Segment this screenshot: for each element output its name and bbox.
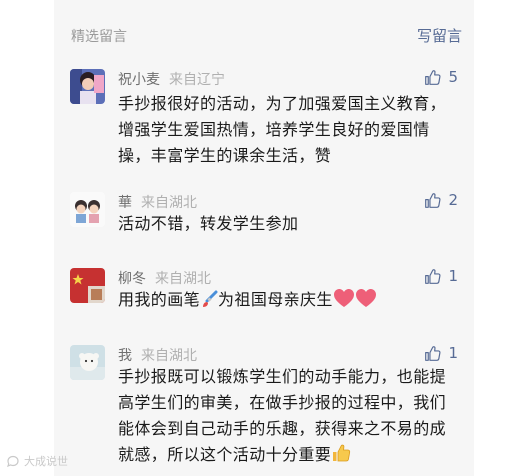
- like-count: 2: [448, 191, 458, 209]
- location: 来自湖北: [141, 195, 197, 211]
- like-count: 1: [448, 267, 458, 285]
- heart-emoji: [333, 288, 355, 316]
- avatar[interactable]: [70, 268, 105, 303]
- like-button[interactable]: 1: [424, 267, 458, 285]
- thumbs-up-icon: [425, 69, 441, 85]
- like-button[interactable]: 2: [424, 191, 458, 209]
- nickname[interactable]: 我: [118, 348, 132, 364]
- section-title: 精选留言: [71, 29, 127, 45]
- thumbs-up-icon: [425, 192, 441, 208]
- thumbs-up-icon: [425, 268, 441, 284]
- thumbs-up-icon: [425, 345, 441, 361]
- comments-panel: 精选留言 写留言 祝小麦 来自辽宁 5 手抄报很好的活动，为了加强爱国主义教育，增…: [54, 0, 474, 476]
- watermark: 大成说世: [6, 453, 68, 469]
- location: 来自湖北: [141, 348, 197, 364]
- comment-text: 手抄报很好的活动，为了加强爱国主义教育，增强学生爱国热情，培养学生良好的爱国情操…: [118, 94, 447, 165]
- paintbrush-emoji: [200, 290, 218, 316]
- watermark-text: 大成说世: [24, 455, 68, 468]
- nickname[interactable]: 柳冬: [118, 271, 146, 287]
- comment-text: 活动不错，转发学生参加: [118, 214, 299, 233]
- nickname[interactable]: 祝小麦: [118, 72, 160, 88]
- comment-meta: 我来自湖北: [118, 345, 197, 365]
- avatar[interactable]: [70, 345, 105, 380]
- like-button[interactable]: 1: [424, 344, 458, 362]
- thumbs-up-emoji: [331, 443, 351, 471]
- comment-text: 用我的画笔 为祖国母亲庆生: [118, 287, 453, 316]
- avatar[interactable]: [70, 69, 105, 104]
- like-button[interactable]: 5: [424, 68, 458, 86]
- like-count: 5: [448, 68, 458, 86]
- comment-meta: 祝小麦 来自辽宁: [118, 69, 225, 89]
- nickname[interactable]: 華: [118, 195, 132, 211]
- comment-meta: 華来自湖北: [118, 192, 197, 212]
- comment-text-part: 手抄报既可以锻炼学生们的动手能力，也能提高学生们的审美，在做手抄报的过程中，我们…: [118, 367, 447, 464]
- location: 来自湖北: [155, 271, 211, 287]
- comment-text: 手抄报既可以锻炼学生们的动手能力，也能提高学生们的审美，在做手抄报的过程中，我们…: [118, 364, 453, 471]
- like-count: 1: [448, 344, 458, 362]
- comment-text-part: 用我的画笔: [118, 290, 201, 309]
- watermark-logo-icon: [7, 455, 19, 467]
- comment-meta: 柳冬 来自湖北: [118, 268, 211, 288]
- heart-emoji: [355, 288, 377, 316]
- comment-text-part: 为祖国母亲庆生: [218, 290, 333, 309]
- location: 来自辽宁: [169, 72, 225, 88]
- write-comment-link[interactable]: 写留言: [417, 25, 462, 46]
- avatar[interactable]: [70, 192, 105, 227]
